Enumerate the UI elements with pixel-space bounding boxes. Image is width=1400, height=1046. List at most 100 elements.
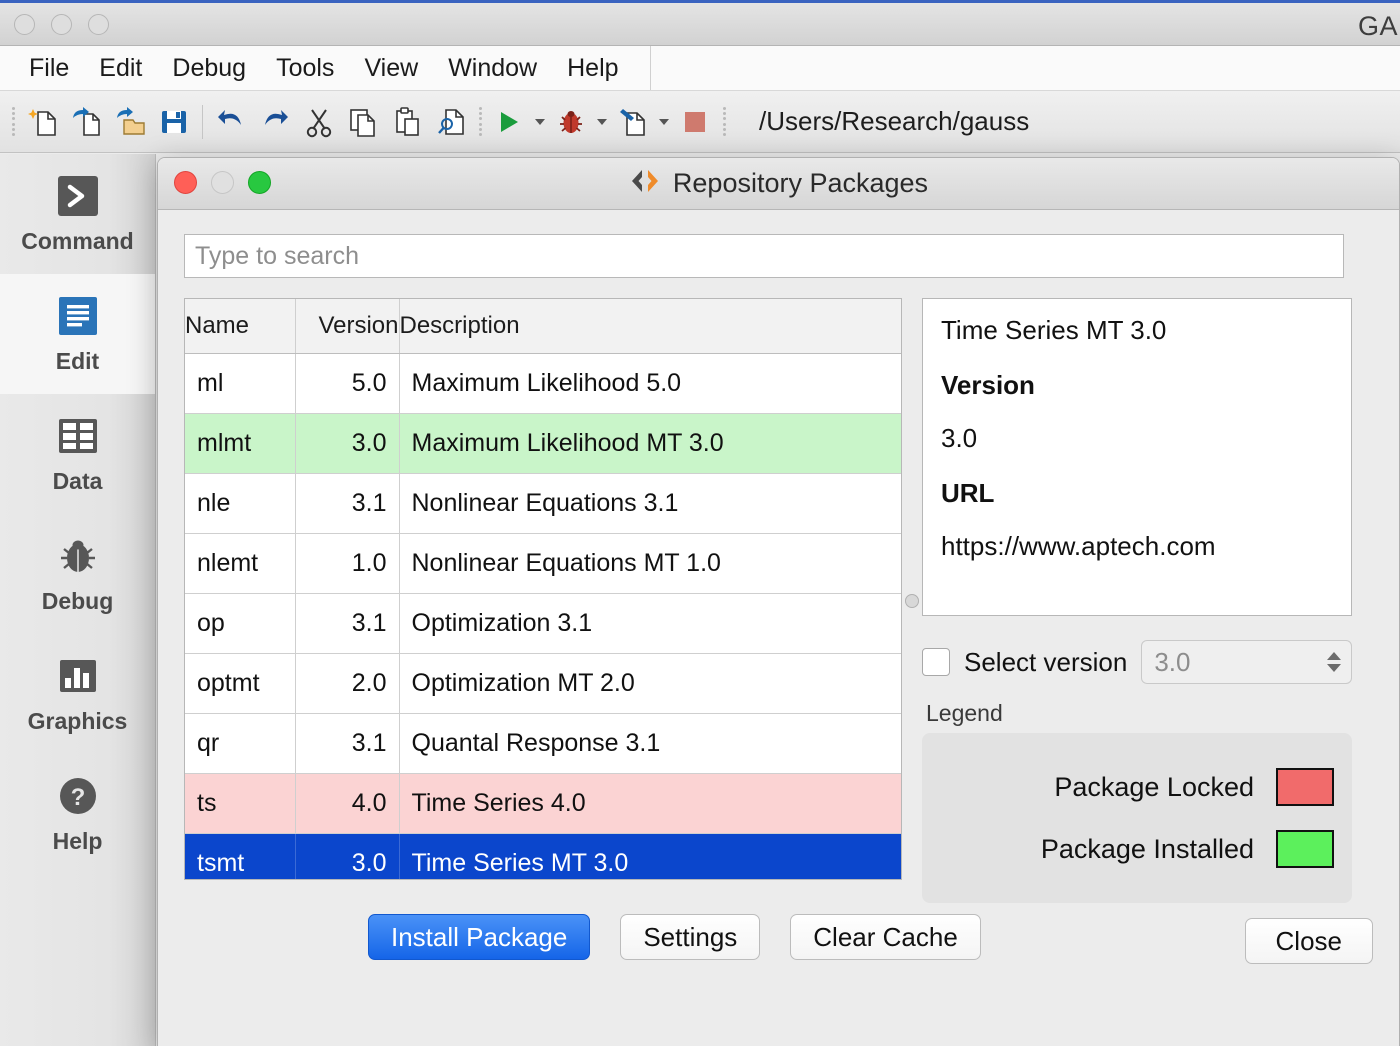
table-row[interactable]: qr 3.1 Quantal Response 3.1 — [185, 713, 901, 773]
cell-name: mlmt — [185, 413, 295, 473]
packages-table-body: ml 5.0 Maximum Likelihood 5.0 mlmt 3.0 M… — [185, 353, 901, 880]
packages-table-container[interactable]: Name Version Description ml 5.0 Maximum … — [184, 298, 902, 880]
menu-debug[interactable]: Debug — [157, 52, 261, 85]
save-icon[interactable] — [152, 100, 196, 144]
legend-label-locked: Package Locked — [1054, 772, 1254, 803]
minimize-window-button[interactable] — [51, 14, 72, 35]
maximize-window-button[interactable] — [88, 14, 109, 35]
detail-url-value[interactable]: https://www.aptech.com — [941, 531, 1333, 562]
debug-icon[interactable] — [549, 100, 593, 144]
dialog-footer: Install Package Settings Clear Cache Clo… — [158, 896, 1399, 1046]
settings-button[interactable]: Settings — [620, 914, 760, 960]
run-script-dropdown-icon[interactable] — [655, 100, 673, 144]
cell-version: 3.0 — [295, 833, 399, 880]
cell-version: 4.0 — [295, 773, 399, 833]
open-file-icon[interactable] — [64, 100, 108, 144]
menu-file[interactable]: File — [14, 52, 84, 85]
clear-cache-button[interactable]: Clear Cache — [790, 914, 981, 960]
table-row[interactable]: ts 4.0 Time Series 4.0 — [185, 773, 901, 833]
dialog-close-button[interactable] — [174, 171, 197, 194]
search-input[interactable] — [184, 234, 1344, 278]
sidebar-item-debug[interactable]: Debug — [0, 514, 155, 634]
cell-name: qr — [185, 713, 295, 773]
menu-help[interactable]: Help — [552, 52, 633, 85]
table-row[interactable]: nle 3.1 Nonlinear Equations 3.1 — [185, 473, 901, 533]
menu-bar: File Edit Debug Tools View Window Help — [0, 46, 1400, 91]
close-button[interactable]: Close — [1245, 918, 1373, 964]
undo-icon[interactable] — [209, 100, 253, 144]
cell-description: Time Series 4.0 — [399, 773, 901, 833]
find-icon[interactable] — [429, 100, 473, 144]
menu-tools[interactable]: Tools — [261, 52, 349, 85]
table-row[interactable]: mlmt 3.0 Maximum Likelihood MT 3.0 — [185, 413, 901, 473]
cell-name: tsmt — [185, 833, 295, 880]
redo-icon[interactable] — [253, 100, 297, 144]
run-dropdown-icon[interactable] — [531, 100, 549, 144]
menu-edit[interactable]: Edit — [84, 52, 157, 85]
cell-description: Time Series MT 3.0 — [399, 833, 901, 880]
copy-icon[interactable] — [341, 100, 385, 144]
sidebar-item-edit[interactable]: Edit — [0, 274, 155, 394]
run-icon[interactable] — [487, 100, 531, 144]
window-controls[interactable] — [14, 14, 109, 35]
package-details-box: Time Series MT 3.0 Version 3.0 URL https… — [922, 298, 1352, 616]
select-version-checkbox[interactable] — [922, 648, 950, 676]
select-version-row: Select version 3.0 — [922, 640, 1352, 684]
table-header-row: Name Version Description — [185, 299, 901, 353]
stepper-arrows-icon[interactable] — [1327, 652, 1341, 672]
column-header-version[interactable]: Version — [295, 299, 399, 353]
cell-version: 1.0 — [295, 533, 399, 593]
splitter-handle-icon[interactable] — [905, 594, 919, 608]
close-window-button[interactable] — [14, 14, 35, 35]
open-folder-icon[interactable] — [108, 100, 152, 144]
sidebar-item-graphics[interactable]: Graphics — [0, 634, 155, 754]
cut-icon[interactable] — [297, 100, 341, 144]
table-row[interactable]: ml 5.0 Maximum Likelihood 5.0 — [185, 353, 901, 413]
toolbar-grip-3[interactable] — [717, 105, 731, 139]
toolbar: /Users/Research/gauss — [0, 91, 1400, 153]
debug-dropdown-icon[interactable] — [593, 100, 611, 144]
table-row[interactable]: nlemt 1.0 Nonlinear Equations MT 1.0 — [185, 533, 901, 593]
dialog-maximize-button[interactable] — [248, 171, 271, 194]
working-directory-path[interactable]: /Users/Research/gauss — [759, 106, 1029, 137]
dialog-body: Name Version Description ml 5.0 Maximum … — [158, 210, 1399, 903]
cell-description: Maximum Likelihood 5.0 — [399, 353, 901, 413]
cell-version: 3.0 — [295, 413, 399, 473]
dialog-minimize-button[interactable] — [211, 171, 234, 194]
sidebar-item-data[interactable]: Data — [0, 394, 155, 514]
table-row[interactable]: op 3.1 Optimization 3.1 — [185, 593, 901, 653]
detail-version-value: 3.0 — [941, 423, 1333, 454]
edit-document-icon — [56, 294, 100, 338]
paste-icon[interactable] — [385, 100, 429, 144]
column-header-description[interactable]: Description — [399, 299, 901, 353]
cell-name: ml — [185, 353, 295, 413]
debug-bug-icon — [56, 534, 100, 578]
version-stepper[interactable]: 3.0 — [1141, 640, 1352, 684]
sidebar-item-command[interactable]: Command — [0, 154, 155, 274]
new-file-icon[interactable] — [20, 100, 64, 144]
run-script-icon[interactable] — [611, 100, 655, 144]
stop-icon[interactable] — [673, 100, 717, 144]
table-row[interactable]: tsmt 3.0 Time Series MT 3.0 — [185, 833, 901, 880]
sidebar-item-help[interactable]: ? Help — [0, 754, 155, 874]
dialog-window-controls[interactable] — [174, 171, 271, 194]
cell-version: 3.1 — [295, 713, 399, 773]
graphics-chart-icon — [56, 654, 100, 698]
toolbar-grip-1[interactable] — [6, 105, 20, 139]
svg-text:?: ? — [70, 784, 85, 811]
toolbar-grip-2[interactable] — [473, 105, 487, 139]
menu-window[interactable]: Window — [433, 52, 552, 85]
help-question-icon: ? — [56, 774, 100, 818]
panel-splitter[interactable] — [902, 298, 922, 903]
cell-description: Maximum Likelihood MT 3.0 — [399, 413, 901, 473]
table-row[interactable]: optmt 2.0 Optimization MT 2.0 — [185, 653, 901, 713]
menu-view[interactable]: View — [349, 52, 433, 85]
column-header-name[interactable]: Name — [185, 299, 295, 353]
cell-description: Nonlinear Equations MT 1.0 — [399, 533, 901, 593]
cell-name: nlemt — [185, 533, 295, 593]
cell-name: nle — [185, 473, 295, 533]
sidebar-label-debug: Debug — [42, 588, 114, 615]
install-package-button[interactable]: Install Package — [368, 914, 590, 960]
select-version-label: Select version — [964, 647, 1127, 678]
version-stepper-value: 3.0 — [1154, 647, 1190, 678]
